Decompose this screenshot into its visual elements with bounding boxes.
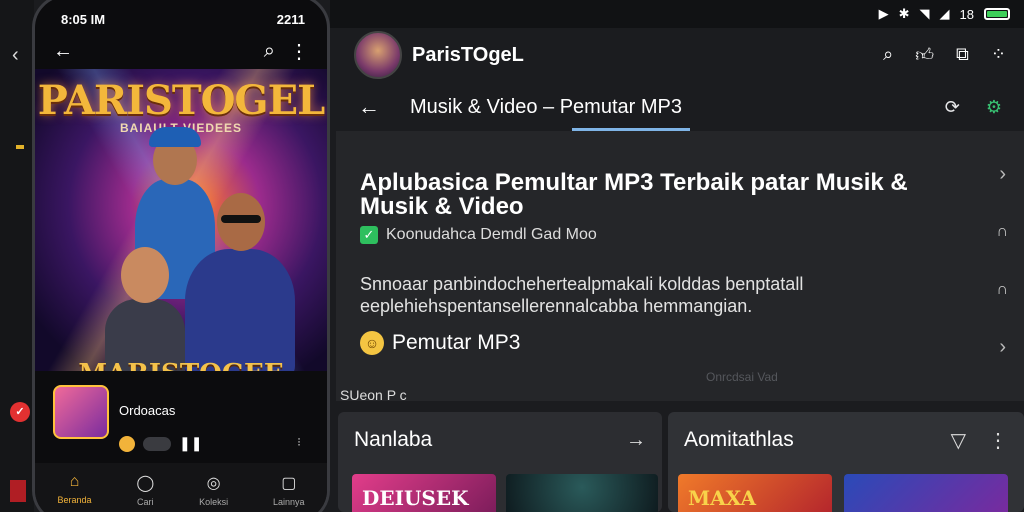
coin-icon — [119, 435, 135, 452]
headline-chevron-icon[interactable]: › — [999, 163, 1006, 186]
player-chevron-icon[interactable]: › — [999, 336, 1006, 359]
mini-player[interactable]: Ordoacas ❚❚ ⁝ — [49, 385, 311, 453]
more-icon: ▢ — [281, 475, 297, 492]
faint-caption: Onrcdsai Vad — [706, 370, 778, 384]
share-icon[interactable]: ⟳ — [945, 97, 960, 118]
like-icon[interactable]: 👍︎ — [915, 44, 934, 66]
card-left-title: Nanlaba — [354, 428, 433, 451]
section-label: SUeon P c — [340, 387, 407, 403]
app-title: ParisTOgeL — [412, 43, 524, 66]
thumbnail[interactable] — [844, 474, 1008, 512]
phone-back-icon[interactable]: ← — [53, 40, 73, 63]
card-left[interactable]: Nanlaba → DEIUSEK — [338, 412, 662, 512]
arrow-right-icon[interactable]: → — [626, 429, 646, 452]
system-status-bar: ▶ ✱ ◥ ◢ 18 — [330, 0, 1024, 28]
checkbox-label: Koonudahca Demdl Gad Moo — [386, 226, 597, 243]
rail-badge-icon[interactable]: ✓ — [10, 402, 30, 422]
sub-header: ← Musik & Video – Pemutar MP3 ⟳ ⚙ — [336, 82, 1024, 132]
bluetooth-icon: ✱ — [898, 6, 910, 21]
headset-icon-2[interactable]: ∩ — [997, 281, 1009, 299]
more-vert-icon[interactable]: ⋮ — [988, 428, 1008, 453]
home-icon: ⌂ — [69, 473, 80, 490]
wifi-icon: ◥ — [919, 6, 930, 21]
battery-icon — [984, 8, 1010, 20]
hero-banner[interactable]: PARISTOGEL BAIAULT VIEDEES MARISTOGEE — [35, 69, 327, 371]
tab-library[interactable]: ◎ Koleksi — [199, 473, 228, 507]
rail-back-icon[interactable]: ‹ — [12, 44, 19, 67]
avatar[interactable] — [354, 31, 402, 79]
player-row[interactable]: ☺ Pemutar MP3 — [360, 331, 520, 355]
filter-icon[interactable]: ▽ — [951, 428, 966, 453]
phone-status-right: 2211 — [276, 11, 305, 27]
settings-gear-icon[interactable]: ⚙ — [986, 97, 1002, 118]
app-header: ParisTOgeL ⌕ 👍︎ ⧉ ⁘ — [336, 28, 1024, 82]
system-time: 18 — [959, 6, 974, 22]
card-right[interactable]: Aomitathlas ▽ ⋮ MAXA — [668, 412, 1024, 512]
headset-icon[interactable]: ∩ — [997, 223, 1009, 241]
phone-status-bar: 8:05 IM 2211 — [35, 0, 327, 31]
rail-bookmark-icon[interactable] — [10, 480, 26, 502]
player-label: Pemutar MP3 — [392, 331, 521, 354]
grid-menu-icon[interactable]: ⁘ — [991, 44, 1006, 66]
tab-more[interactable]: ▢ Lainnya — [273, 473, 305, 507]
card-right-title: Aomitathlas — [684, 428, 794, 451]
cell-signal-icon: ◢ — [939, 6, 950, 21]
phone-more-icon[interactable]: ⋮ — [289, 39, 309, 64]
hero-title: PARISTOGEL — [37, 77, 325, 124]
progress-pill — [143, 436, 171, 451]
rail-marker — [16, 145, 24, 149]
tab-search[interactable]: ◯ Cari — [136, 473, 154, 507]
mini-player-artwork[interactable] — [53, 385, 109, 439]
figure-man-sunglasses — [185, 193, 295, 371]
thumbnail[interactable] — [506, 474, 658, 512]
left-rail: ‹ ✓ — [0, 0, 34, 512]
phone-nav: ← ⌕ ⋮ — [35, 31, 327, 71]
phone-time: 8:05 IM — [61, 11, 106, 27]
hero-caption: MARISTOGEE — [35, 359, 327, 371]
signal-icon: ▶ — [878, 6, 889, 21]
thumbnail[interactable]: MAXA — [678, 474, 832, 512]
page-title: Musik & Video – Pemutar MP3 — [410, 95, 682, 118]
search-icon[interactable]: ⌕ — [883, 44, 893, 66]
phone-search-icon[interactable]: ⌕ — [264, 40, 275, 63]
description: Snnoaar panbindochehertealpmakali koldda… — [360, 274, 804, 316]
phone-tab-bar: ⌂ Beranda ◯ Cari ◎ Koleksi ▢ Lainnya — [35, 463, 327, 512]
checkbox-row[interactable]: ✓ Koonudahca Demdl Gad Moo — [360, 226, 597, 244]
smile-emoji-icon: ☺ — [360, 331, 384, 355]
cast-icon[interactable]: ⧉ — [956, 44, 969, 66]
library-icon: ◎ — [206, 475, 221, 492]
phone-mockup: 8:05 IM 2211 ← ⌕ ⋮ PARISTOGEL BAIAULT VI… — [32, 0, 330, 512]
checkbox-checked-icon[interactable]: ✓ — [360, 226, 378, 244]
thumbnail[interactable]: DEIUSEK — [352, 474, 496, 512]
mini-player-more-icon[interactable]: ⁝ — [297, 435, 301, 449]
pause-icon[interactable]: ❚❚ — [179, 435, 202, 452]
search-icon: ◯ — [136, 475, 155, 492]
back-arrow-icon[interactable]: ← — [358, 94, 410, 120]
main-content: Aplubasica Pemultar MP3 Terbaik patar Mu… — [336, 131, 1024, 401]
headline: Aplubasica Pemultar MP3 Terbaik patar Mu… — [360, 169, 908, 220]
mini-player-title: Ordoacas — [119, 403, 176, 418]
tab-home[interactable]: ⌂ Beranda — [57, 473, 91, 505]
